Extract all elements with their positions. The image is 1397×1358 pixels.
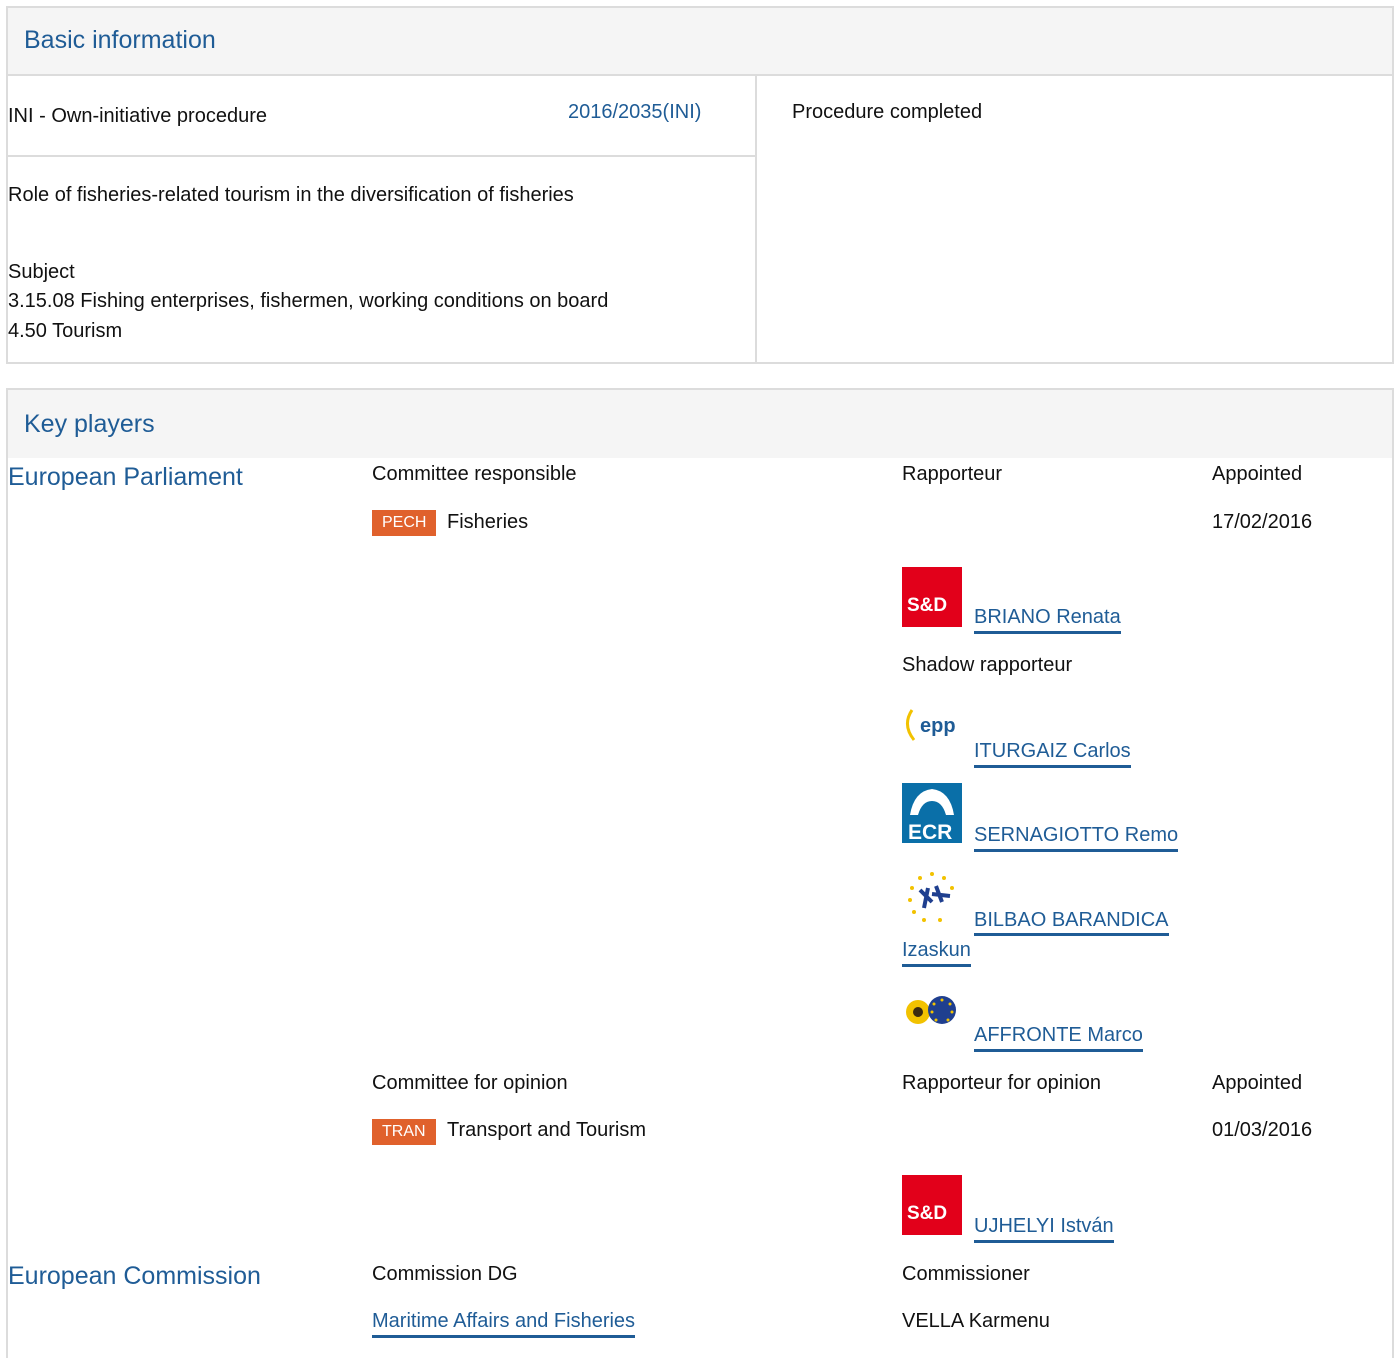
procedure-status: Procedure completed bbox=[792, 101, 983, 123]
shadow-rapporteur-link[interactable]: BILBAO BARANDICA bbox=[974, 909, 1169, 936]
shadow-rapporteur-link[interactable]: ITURGAIZ Carlos bbox=[974, 740, 1131, 768]
committee-name: Transport and Tourism bbox=[447, 1119, 646, 1141]
procedure-type: INI - Own-initiative procedure bbox=[8, 105, 267, 127]
key-players-header: Key players bbox=[8, 390, 1392, 458]
sd-group-logo: S&D bbox=[902, 1175, 962, 1235]
appointed-date: 17/02/2016 bbox=[1212, 511, 1313, 533]
greens-group-logo bbox=[902, 992, 962, 1052]
subject-item: 3.15.08 Fishing enterprises, fishermen, … bbox=[8, 290, 609, 312]
european-commission-label: European Commission bbox=[8, 1262, 261, 1290]
sd-group-logo: S&D bbox=[902, 567, 962, 627]
alde-group-logo bbox=[902, 868, 962, 928]
commissioner-name: VELLA Karmenu bbox=[902, 1310, 1050, 1332]
committee-name: Fisheries bbox=[447, 511, 529, 533]
row-divider bbox=[8, 155, 755, 157]
commission-dg-link[interactable]: Maritime Affairs and Fisheries bbox=[372, 1310, 636, 1338]
ecr-group-logo: ECR bbox=[902, 783, 962, 844]
shadow-rapporteur-link[interactable]: SERNAGIOTTO Remo bbox=[974, 824, 1179, 852]
basic-information-title: Basic information bbox=[24, 26, 216, 54]
commissioner-label: Commissioner bbox=[902, 1263, 1030, 1285]
key-players-panel: Key players bbox=[6, 388, 1394, 1358]
european-parliament-label: European Parliament bbox=[8, 463, 243, 491]
epp-group-logo: epp bbox=[902, 700, 962, 760]
appointed-label: Appointed bbox=[1212, 1072, 1303, 1094]
key-players-title: Key players bbox=[24, 410, 155, 438]
rapporteur-label: Rapporteur bbox=[902, 463, 1003, 485]
shadow-rapporteur-link[interactable]: AFFRONTE Marco bbox=[974, 1024, 1143, 1052]
shadow-rapporteur-link-continued[interactable]: Izaskun bbox=[902, 939, 971, 967]
procedure-description: Role of fisheries-related tourism in the… bbox=[8, 184, 574, 206]
svg-text:epp: epp bbox=[920, 715, 956, 737]
committee-code-tag: TRAN bbox=[372, 1119, 436, 1145]
basic-information-header: Basic information bbox=[8, 8, 1392, 76]
commission-dg-label: Commission DG bbox=[372, 1263, 518, 1285]
committee-opinion-label: Committee for opinion bbox=[372, 1072, 568, 1094]
committee-code-tag: PECH bbox=[372, 510, 437, 536]
rapporteur-opinion-label: Rapporteur for opinion bbox=[902, 1072, 1102, 1094]
procedure-reference-link[interactable]: 2016/2035(INI) bbox=[568, 101, 701, 124]
subject-label: Subject bbox=[8, 261, 75, 283]
appointed-label: Appointed bbox=[1212, 463, 1303, 485]
rapporteur-link[interactable]: BRIANO Renata bbox=[974, 606, 1121, 634]
committee-responsible-label: Committee responsible bbox=[372, 463, 577, 485]
basic-information-panel: Basic information INI - Own-initiative p… bbox=[6, 6, 1394, 364]
shadow-rapporteur-label: Shadow rapporteur bbox=[902, 654, 1073, 676]
opinion-rapporteur-link[interactable]: UJHELYI István bbox=[974, 1215, 1114, 1243]
svg-text:ECR: ECR bbox=[908, 821, 952, 843]
column-divider bbox=[755, 76, 757, 364]
appointed-date: 01/03/2016 bbox=[1212, 1119, 1313, 1141]
subject-item: 4.50 Tourism bbox=[8, 320, 123, 342]
